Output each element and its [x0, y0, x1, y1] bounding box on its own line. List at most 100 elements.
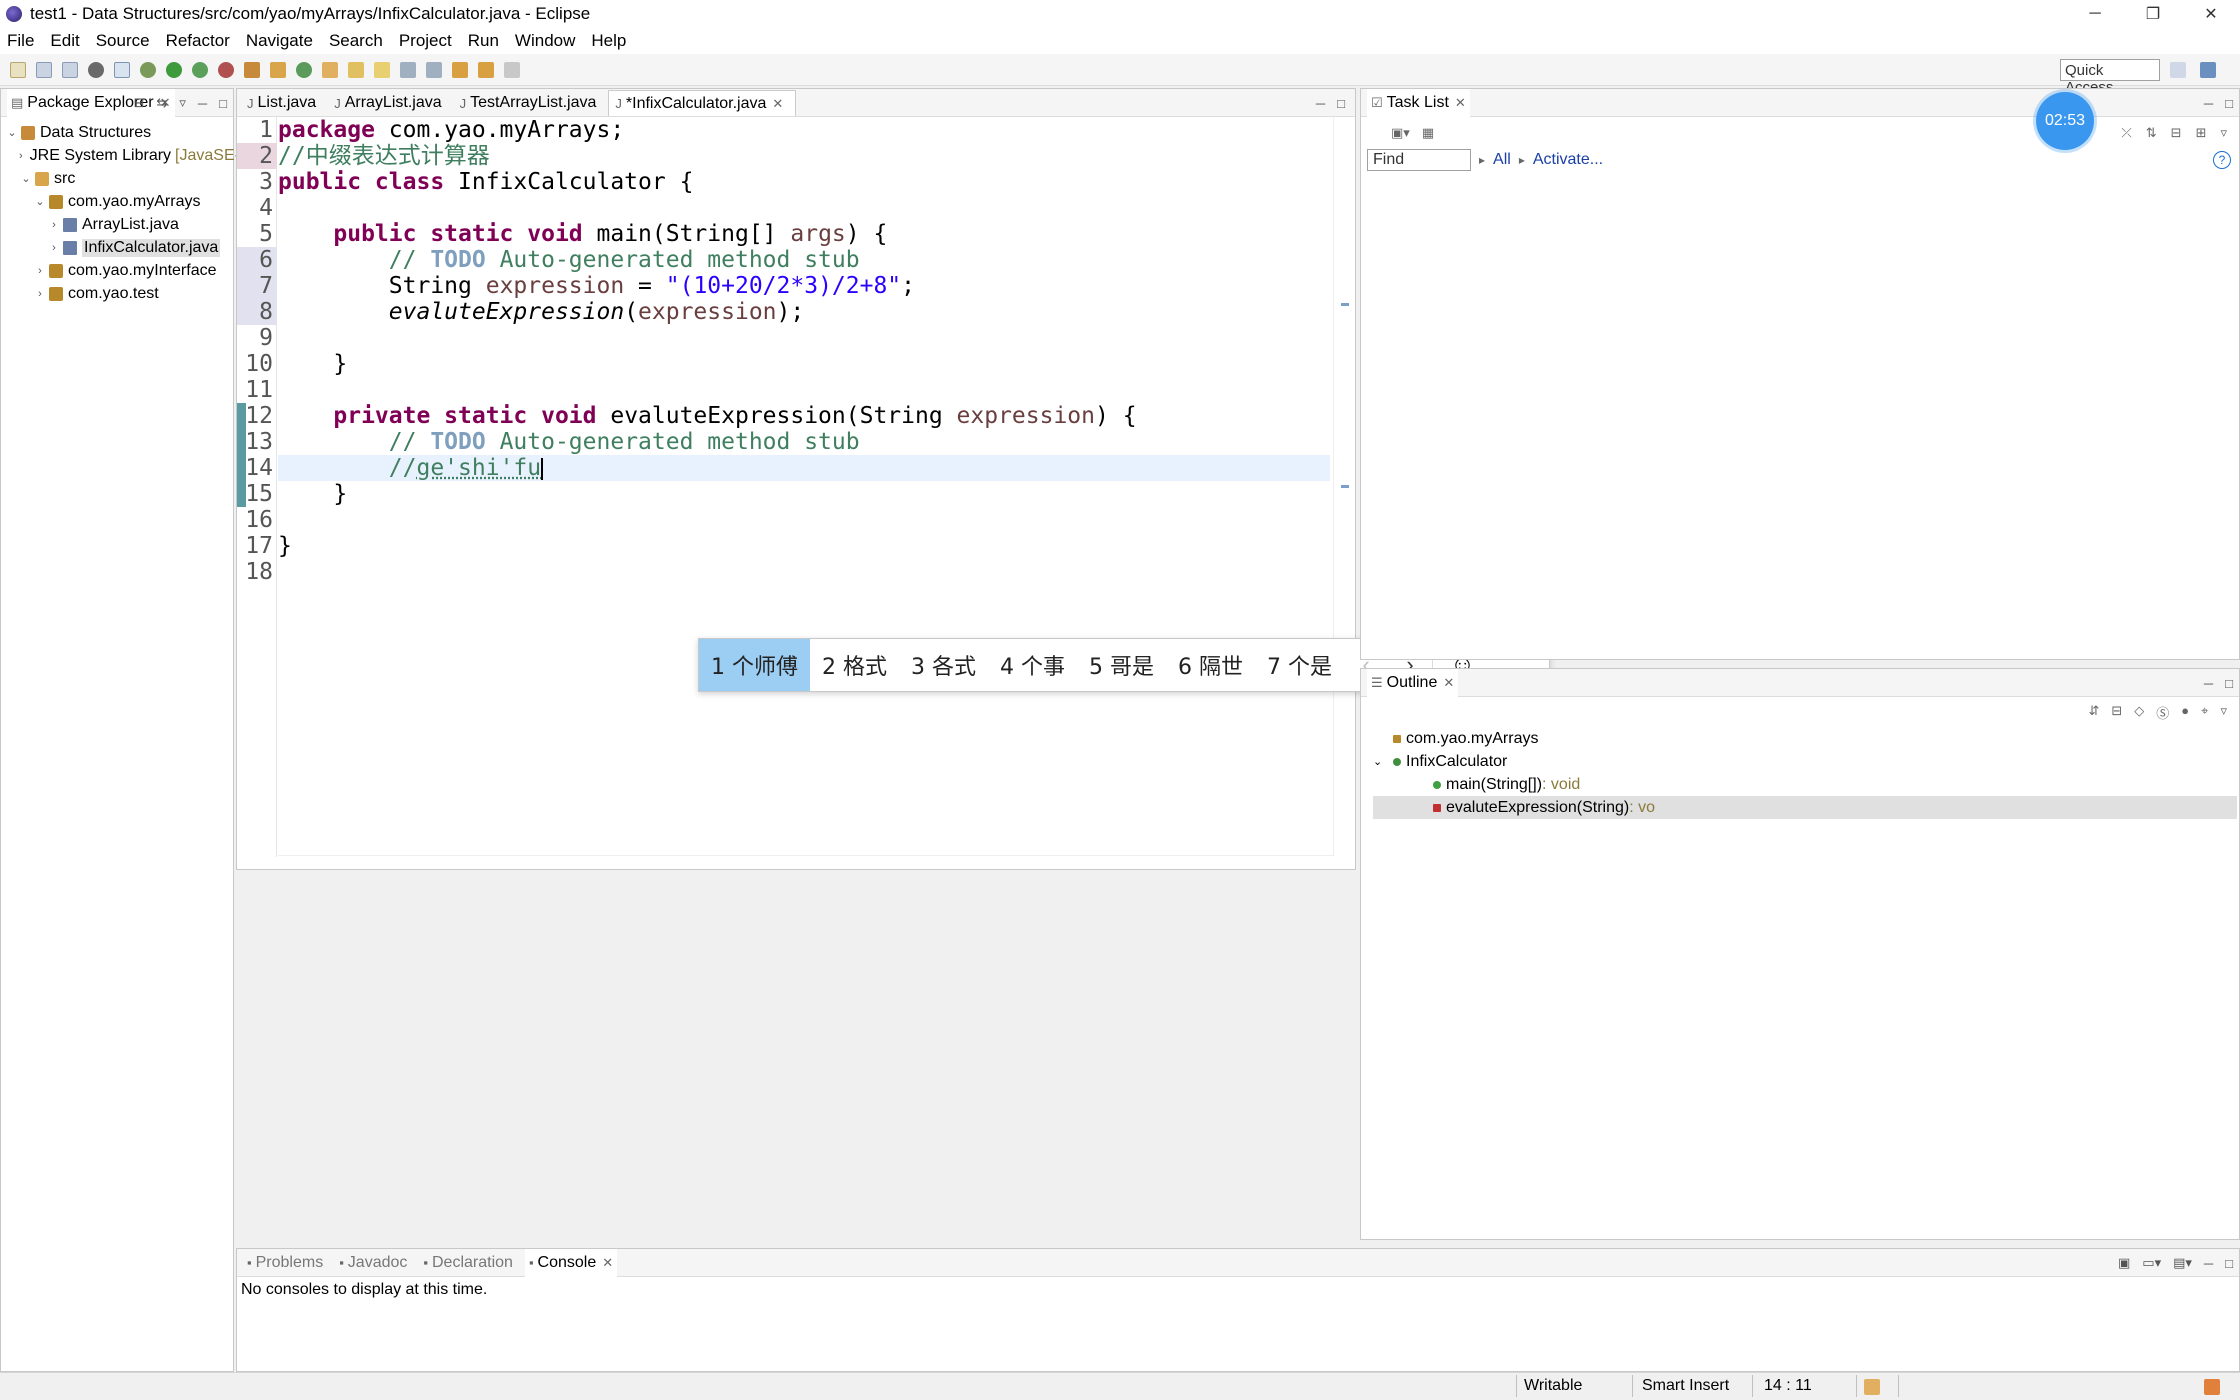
menu-help[interactable]: Help	[591, 31, 626, 51]
maximize-view-icon[interactable]: □	[219, 96, 227, 111]
minimize-editor-icon[interactable]: ─	[1316, 96, 1325, 111]
maximize-button[interactable]: ❐	[2124, 0, 2182, 28]
open-console-icon[interactable]: ▤▾	[2173, 1255, 2192, 1271]
tab-problems[interactable]: ▪ Problems	[243, 1249, 327, 1277]
vertical-scrollbar[interactable]	[1333, 117, 1355, 857]
editor-tab[interactable]: J TestArrayList.java	[454, 90, 609, 116]
menu-source[interactable]: Source	[96, 31, 150, 51]
run-icon[interactable]	[166, 61, 182, 78]
code-line[interactable]	[278, 507, 1330, 533]
code-line[interactable]	[278, 195, 1330, 221]
menu-file[interactable]: File	[7, 31, 34, 51]
overview-marker[interactable]	[1341, 485, 1349, 488]
skip-breakpoints-icon[interactable]	[114, 61, 130, 78]
maximize-view-icon[interactable]: □	[2225, 96, 2233, 111]
editor-tab[interactable]: J ArrayList.java	[328, 90, 453, 116]
next-annotation-icon[interactable]	[400, 61, 416, 78]
toggle-mark-occurrences-icon[interactable]	[374, 61, 390, 78]
menu-navigate[interactable]: Navigate	[246, 31, 313, 51]
external-tools-icon[interactable]	[218, 61, 234, 78]
tab-outline[interactable]: ☰ Outline ✕	[1367, 668, 1459, 697]
code-line[interactable]	[278, 325, 1330, 351]
chevron-right-icon[interactable]: ›	[47, 242, 61, 254]
tree-item[interactable]: › ArrayList.java	[1, 213, 233, 236]
chevron-right-icon[interactable]: ›	[19, 150, 23, 162]
editor-tab[interactable]: J List.java	[241, 90, 328, 116]
minimize-view-icon[interactable]: ─	[2204, 676, 2213, 691]
last-edit-location-icon[interactable]	[452, 61, 468, 78]
chevron-down-icon[interactable]: ⌄	[33, 195, 47, 208]
chevron-down-icon[interactable]: ⌄	[1373, 755, 1393, 768]
code-area[interactable]: 1 2 3 4 5 6 7 8 9 10 11 12 13 14 15 16 17 18 package com.…	[237, 117, 1355, 869]
code-line[interactable]	[278, 559, 1330, 585]
forward-icon[interactable]	[504, 61, 520, 78]
open-perspective-icon[interactable]	[2170, 62, 2186, 78]
new-icon[interactable]	[10, 61, 26, 78]
hide-nonpublic-icon[interactable]: ●	[2181, 703, 2189, 722]
open-type-icon[interactable]	[322, 61, 338, 78]
progress-icon[interactable]	[1864, 1379, 1880, 1395]
outline-item[interactable]: main(String[]) : void	[1373, 773, 2237, 796]
collapse-all-icon[interactable]: ⊟	[2171, 125, 2182, 141]
code-line[interactable]	[278, 377, 1330, 403]
outline-item[interactable]: ⌄ InfixCalculator	[1373, 750, 2237, 773]
maximize-editor-icon[interactable]: □	[1337, 96, 1345, 111]
tab-task-list[interactable]: ☑ Task List ✕	[1367, 88, 1470, 117]
tree-item[interactable]: › com.yao.myInterface	[1, 259, 233, 282]
display-console-icon[interactable]: ▣	[2118, 1255, 2130, 1271]
new-java-project-icon[interactable]	[244, 61, 260, 78]
minimize-view-icon[interactable]: ─	[198, 96, 207, 111]
tab-console[interactable]: ▪ Console ✕	[524, 1248, 618, 1277]
tab-javadoc[interactable]: ▪ Javadoc	[335, 1249, 411, 1277]
menu-edit[interactable]: Edit	[50, 31, 79, 51]
code-line[interactable]: private static void evaluteExpression(St…	[278, 403, 1330, 429]
insert-mode-status[interactable]: Smart Insert	[1642, 1377, 1729, 1395]
new-package-icon[interactable]	[270, 61, 286, 78]
sort-icon[interactable]: ⇵	[2088, 703, 2099, 722]
close-icon[interactable]: ✕	[602, 1255, 613, 1271]
tree-item[interactable]: ⌄ com.yao.myArrays	[1, 190, 233, 213]
tree-item[interactable]: › InfixCalculator.java	[1, 236, 233, 259]
ime-candidate[interactable]: 2 格式	[810, 639, 899, 691]
horizontal-scrollbar[interactable]	[278, 855, 1334, 869]
maximize-view-icon[interactable]: □	[2225, 1256, 2233, 1271]
line-number-gutter[interactable]: 1 2 3 4 5 6 7 8 9 10 11 12 13 14 15 16 17 18	[237, 117, 277, 857]
java-perspective-icon[interactable]	[2200, 62, 2216, 78]
ime-candidate[interactable]: 5 哥是	[1077, 639, 1166, 691]
find-input[interactable]: Find	[1367, 149, 1471, 171]
close-icon[interactable]: ✕	[772, 96, 783, 112]
notification-icon[interactable]	[2204, 1379, 2220, 1395]
focus-icon[interactable]: ⤫	[2121, 125, 2131, 141]
ime-candidate[interactable]: 1 个师傅	[699, 639, 810, 691]
code-line[interactable]: }	[278, 481, 1330, 507]
tree-item[interactable]: › com.yao.test	[1, 282, 233, 305]
view-menu-icon[interactable]: ▿	[2220, 703, 2227, 722]
maximize-view-icon[interactable]: □	[2225, 676, 2233, 691]
hide-static-icon[interactable]: Ⓢ	[2156, 703, 2169, 722]
view-menu-icon[interactable]: ▿	[179, 95, 186, 111]
save-all-icon[interactable]	[62, 61, 78, 78]
sync-icon[interactable]: ⇅	[2146, 125, 2157, 141]
tab-declaration[interactable]: ▪ Declaration	[419, 1249, 517, 1277]
chevron-right-icon[interactable]: ›	[33, 288, 47, 300]
minimize-view-icon[interactable]: ─	[2204, 1256, 2213, 1271]
view-menu-icon[interactable]: ▿	[2220, 125, 2227, 141]
back-icon[interactable]	[478, 61, 494, 78]
minimize-button[interactable]: ─	[2066, 0, 2124, 28]
menu-search[interactable]: Search	[329, 31, 383, 51]
code-line[interactable]: package com.yao.myArrays;	[278, 117, 1330, 143]
menu-window[interactable]: Window	[515, 31, 575, 51]
tree-item[interactable]: ⌄ src	[1, 167, 233, 190]
quick-access-input[interactable]: Quick Access	[2060, 59, 2160, 96]
tree-item[interactable]: ⌄ Data Structures	[1, 121, 233, 144]
previous-annotation-icon[interactable]	[426, 61, 442, 78]
code-line[interactable]: //中缀表达式计算器	[278, 143, 1330, 169]
chevron-right-icon[interactable]: ›	[47, 219, 61, 231]
expand-all-icon[interactable]: ⊞	[2196, 125, 2207, 141]
code-line[interactable]: public class InfixCalculator {	[278, 169, 1330, 195]
search-icon[interactable]	[348, 61, 364, 78]
new-class-icon[interactable]	[296, 61, 312, 78]
ime-candidate[interactable]: 4 个事	[988, 639, 1077, 691]
new-task-icon[interactable]: ▣▾	[1391, 125, 1410, 141]
close-button[interactable]: ✕	[2182, 0, 2240, 28]
